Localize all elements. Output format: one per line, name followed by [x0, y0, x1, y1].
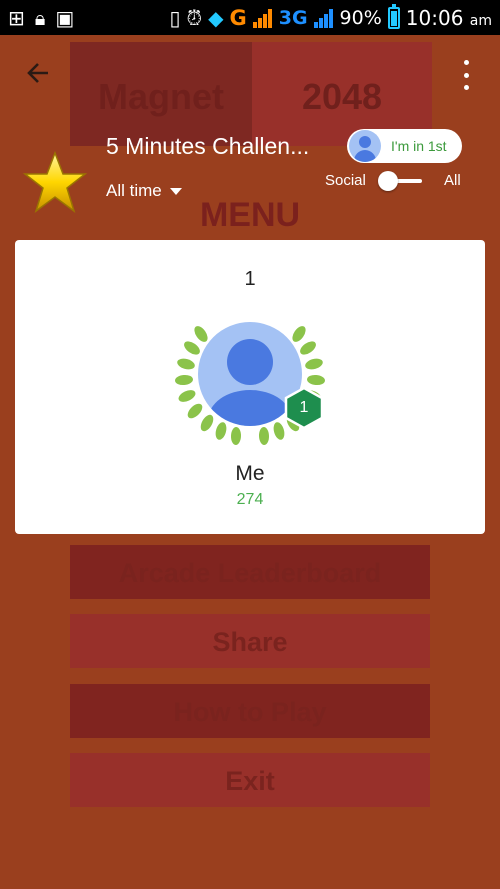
time-filter-dropdown[interactable]: All time [106, 181, 182, 201]
dropdown-caret-icon [169, 187, 182, 195]
rank-pill-label: I'm in 1st [391, 138, 447, 154]
overflow-menu-icon[interactable] [456, 60, 476, 90]
player-score: 274 [236, 491, 264, 508]
plus-box-icon: ⊞ [8, 5, 25, 30]
rank-pill[interactable]: I'm in 1st [347, 129, 462, 163]
signal-icon [252, 8, 273, 28]
network-g-label: G [229, 5, 247, 30]
clock: 10:06 am [406, 6, 492, 30]
avatar [349, 130, 381, 162]
time-filter-label: All time [106, 181, 162, 200]
toggle-all-label: All [444, 172, 461, 189]
rank-badge-label: 1 [299, 399, 309, 416]
exit-button[interactable]: Exit [70, 753, 430, 807]
lock-icon: 🔒︎ [34, 5, 46, 30]
image-icon: ▣ [55, 5, 75, 30]
how-to-play-button[interactable]: How to Play [70, 684, 430, 738]
social-all-toggle[interactable] [378, 170, 424, 192]
signal-icon-2 [313, 8, 334, 28]
battery-icon [387, 3, 400, 29]
toggle-knob[interactable] [378, 171, 398, 191]
battery-percent: 90% [339, 6, 382, 29]
status-bar: ⊞ 🔒︎ ▣ ▯ ⏰︎ ◆ G 3G 90% 10:06 am [0, 0, 500, 35]
player-name: Me [235, 462, 265, 485]
back-arrow-icon[interactable] [22, 56, 56, 90]
player-card: 1 1 Me 274 [15, 240, 485, 534]
toggle-social-label: Social [325, 172, 366, 189]
network-3g-label: 3G [278, 6, 308, 29]
star-icon [22, 150, 88, 216]
share-button[interactable]: Share [70, 614, 430, 668]
magnet-tile: Magnet [70, 42, 252, 146]
alarm-icon: ⏰︎ [186, 5, 203, 30]
clock-time: 10:06 [405, 5, 464, 30]
clock-ampm: am [469, 12, 492, 29]
arcade-leaderboard-button[interactable]: Arcade Leaderboard [70, 545, 430, 599]
player-avatar-laurel[interactable]: 1 [174, 312, 326, 450]
wifi-icon: ◆ [208, 5, 224, 30]
player-rank: 1 [244, 268, 256, 290]
leaderboard-title: 5 Minutes Challen... [106, 133, 310, 159]
vibrate-icon: ▯ [169, 5, 181, 30]
